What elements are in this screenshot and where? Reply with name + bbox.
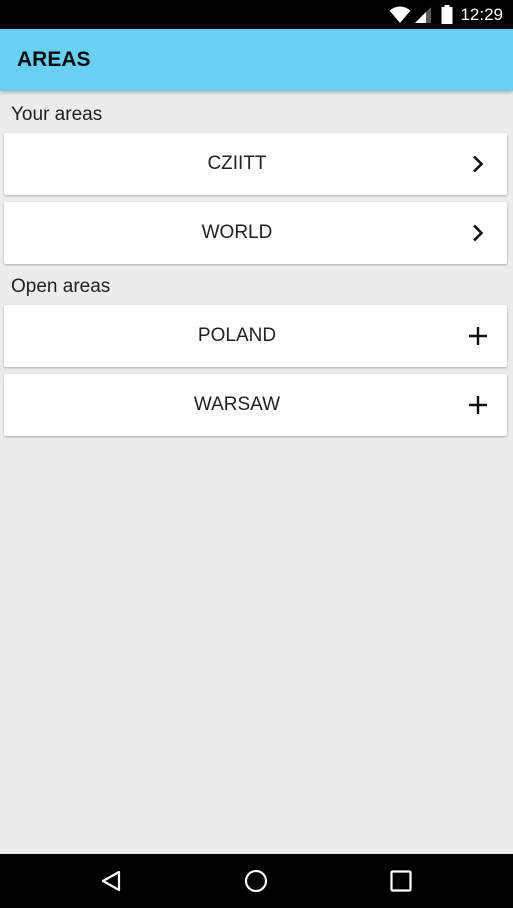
- wifi-icon: [389, 6, 411, 24]
- back-icon[interactable]: [96, 866, 126, 896]
- home-icon[interactable]: [241, 866, 271, 896]
- battery-icon: [441, 5, 453, 24]
- area-card-poland[interactable]: POLAND: [4, 305, 507, 367]
- area-card-warsaw[interactable]: WARSAW: [4, 374, 507, 436]
- recents-icon[interactable]: [386, 866, 416, 896]
- area-card-world[interactable]: WORLD: [4, 202, 507, 264]
- status-bar: 12:29: [0, 0, 513, 29]
- area-label: CZIITT: [207, 153, 267, 174]
- status-icons: 12:29: [389, 0, 503, 29]
- page-title: AREAS: [17, 48, 91, 71]
- plus-icon[interactable]: [466, 393, 490, 417]
- navigation-bar: [0, 854, 513, 908]
- cell-signal-icon: [414, 6, 432, 24]
- area-label: POLAND: [197, 325, 277, 346]
- chevron-right-icon: [466, 221, 490, 245]
- area-label: WARSAW: [193, 394, 281, 415]
- section-header-open-areas: Open areas: [11, 276, 111, 297]
- area-label: WORLD: [201, 222, 273, 243]
- chevron-right-icon: [466, 152, 490, 176]
- area-card-cziitt[interactable]: CZIITT: [4, 133, 507, 195]
- app-bar: AREAS: [0, 29, 513, 91]
- plus-icon[interactable]: [466, 324, 490, 348]
- section-header-your-areas: Your areas: [11, 104, 103, 125]
- status-time: 12:29: [460, 4, 503, 24]
